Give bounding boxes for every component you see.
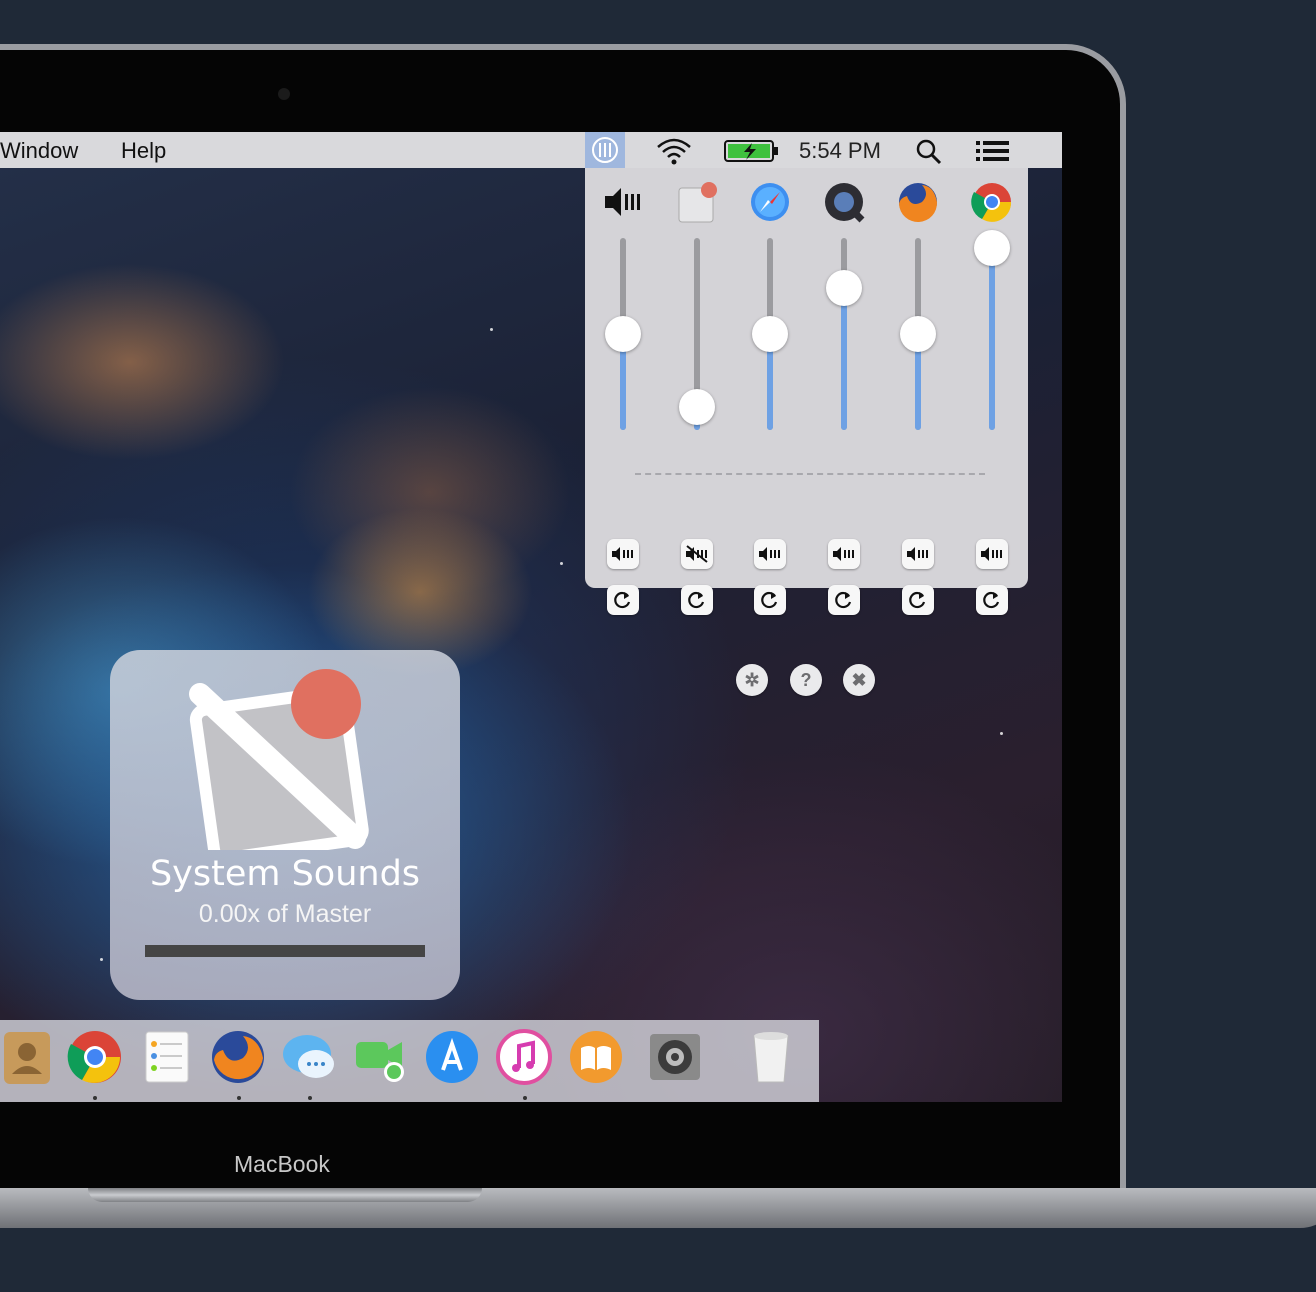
settings-icon: ✲ — [744, 669, 760, 690]
running-indicator — [523, 1096, 527, 1100]
muted-speaker-icon — [685, 545, 709, 563]
firefox-icon — [896, 180, 940, 224]
firefox-icon[interactable] — [209, 1028, 267, 1086]
mixer-channel-chrome — [962, 168, 1022, 615]
mixer-channel-speaker — [593, 168, 653, 615]
volume-slider-fill — [989, 247, 995, 430]
menu-window[interactable]: Window — [0, 138, 78, 164]
reset-button[interactable] — [828, 585, 860, 615]
quicktime-icon — [822, 180, 866, 224]
volume-slider-track[interactable] — [989, 238, 995, 430]
desktop-screen: Window Help 5:54 PM ✲ ? ✖ System Sounds … — [0, 132, 1062, 1102]
running-indicator — [237, 1096, 241, 1100]
mute-button[interactable] — [976, 539, 1008, 569]
speaker-icon — [611, 545, 635, 563]
contacts-icon[interactable] — [0, 1028, 56, 1086]
volume-slider-knob[interactable] — [974, 229, 1010, 266]
reset-icon — [908, 590, 928, 610]
reset-button[interactable] — [681, 585, 713, 615]
volume-slider-knob[interactable] — [752, 316, 788, 352]
star — [1000, 732, 1003, 735]
mute-button[interactable] — [902, 539, 934, 569]
speaker-icon — [601, 180, 645, 224]
speaker-icon — [906, 545, 930, 563]
volume-slider-knob[interactable] — [900, 316, 936, 352]
help-icon: ? — [800, 669, 812, 690]
reset-button[interactable] — [902, 585, 934, 615]
close-icon: ✖ — [851, 669, 867, 690]
mixer-channel-safari — [740, 168, 800, 615]
close-button[interactable]: ✖ — [843, 664, 875, 696]
reset-button[interactable] — [754, 585, 786, 615]
volume-slider-knob[interactable] — [826, 269, 862, 306]
star — [100, 958, 103, 961]
star — [490, 328, 493, 331]
menu-bar: Window Help 5:54 PM — [0, 132, 1062, 168]
battery-icon[interactable] — [724, 139, 780, 168]
dock — [0, 1020, 819, 1102]
reminders-icon[interactable] — [138, 1028, 196, 1086]
mixer-channel-quicktime — [814, 168, 874, 615]
system-sounds-muted-icon — [189, 669, 369, 850]
facetime-icon[interactable] — [352, 1028, 410, 1086]
menubar-clock[interactable]: 5:54 PM — [799, 138, 881, 164]
laptop-notch — [88, 1188, 482, 1202]
reset-icon — [834, 590, 854, 610]
mute-button[interactable] — [828, 539, 860, 569]
mixer-channel-firefox — [888, 168, 948, 615]
camera — [278, 88, 290, 100]
app-store-icon[interactable] — [423, 1028, 481, 1086]
messages-icon[interactable] — [280, 1028, 338, 1086]
running-indicator — [308, 1096, 312, 1100]
speaker-icon — [832, 545, 856, 563]
trash-icon[interactable] — [742, 1028, 800, 1086]
help-button[interactable]: ? — [790, 664, 822, 696]
reset-icon — [982, 590, 1002, 610]
reset-icon — [687, 590, 707, 610]
search-icon[interactable] — [915, 138, 943, 171]
hud-subtitle: 0.00x of Master — [198, 900, 372, 928]
mixer-menubar-icon[interactable] — [585, 132, 625, 168]
speaker-icon — [980, 545, 1004, 563]
menu-help[interactable]: Help — [121, 138, 166, 164]
chrome-icon — [970, 180, 1014, 224]
mute-button[interactable] — [681, 539, 713, 569]
hud-level-bar — [145, 945, 425, 957]
mute-button[interactable] — [607, 539, 639, 569]
hud-title: System Sounds — [149, 854, 421, 894]
device-label: MacBook — [234, 1151, 330, 1177]
mixer-channel-system-sounds — [667, 168, 727, 615]
system-preferences-icon[interactable] — [646, 1028, 704, 1086]
volume-hud: System Sounds 0.00x of Master — [110, 650, 460, 1000]
safari-icon — [748, 180, 792, 224]
reset-icon — [613, 590, 633, 610]
reset-icon — [760, 590, 780, 610]
volume-mixer-panel: ✲ ? ✖ — [585, 168, 1028, 696]
speaker-icon — [758, 545, 782, 563]
settings-button[interactable]: ✲ — [736, 664, 768, 696]
ibooks-icon[interactable] — [567, 1028, 625, 1086]
system-sounds-icon — [675, 180, 719, 224]
reset-button[interactable] — [976, 585, 1008, 615]
volume-slider-knob[interactable] — [605, 316, 641, 352]
chrome-icon[interactable] — [66, 1028, 124, 1086]
volume-slider-track[interactable] — [841, 238, 847, 430]
volume-slider-fill — [841, 287, 847, 430]
volume-slider-knob[interactable] — [679, 388, 715, 425]
mute-button[interactable] — [754, 539, 786, 569]
star — [560, 562, 563, 565]
itunes-icon[interactable] — [495, 1028, 553, 1086]
reset-button[interactable] — [607, 585, 639, 615]
wifi-icon[interactable] — [655, 136, 693, 171]
running-indicator — [93, 1096, 97, 1100]
list-icon[interactable] — [976, 140, 1010, 167]
